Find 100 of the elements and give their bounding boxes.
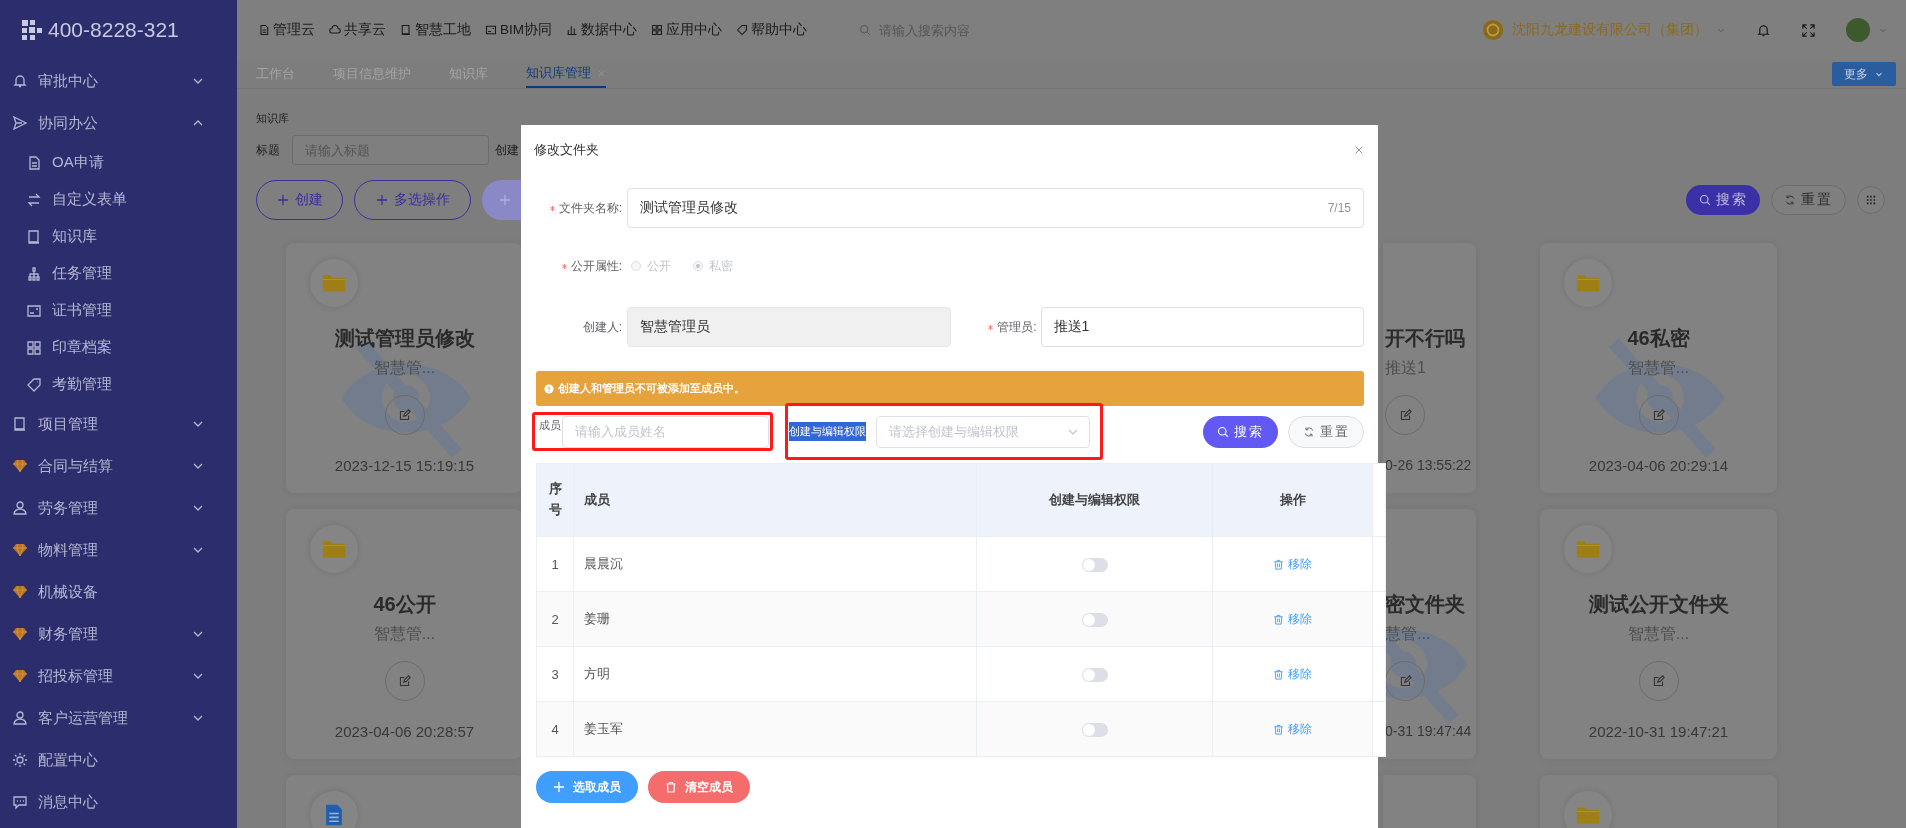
folder-owner: 慧管... (1385, 624, 1431, 644)
row-number: 4 (536, 701, 574, 757)
sidebar-subitem[interactable]: 任务管理 (0, 255, 237, 292)
nav-link[interactable]: 智慧工地 (400, 21, 471, 39)
close-icon[interactable] (1354, 145, 1364, 155)
sidebar-item[interactable]: 合同与结算 (0, 445, 237, 487)
clear-members-button[interactable]: 清空成员 (648, 771, 750, 803)
member-name: 姜玉军 (573, 701, 977, 757)
permission-toggle[interactable] (1081, 612, 1108, 627)
sidebar-item[interactable]: 机械设备 (0, 571, 237, 613)
remove-link[interactable]: 移除 (1273, 610, 1312, 628)
sidebar-subitem[interactable]: 证书管理 (0, 292, 237, 329)
plus-icon (499, 194, 511, 206)
nav-link[interactable]: 帮助中心 (736, 21, 807, 39)
reset-button[interactable]: 重置 (1288, 415, 1364, 448)
user-icon (12, 710, 28, 726)
tag-icon (736, 24, 748, 36)
gem-icon (12, 668, 28, 684)
gem-icon (12, 458, 28, 474)
sidebar-item[interactable]: 项目管理 (0, 403, 237, 445)
search-button[interactable]: 搜索 (1686, 185, 1760, 215)
remove-link[interactable]: 移除 (1273, 720, 1312, 738)
sidebar-item[interactable]: 招投标管理 (0, 655, 237, 697)
filter-label: 标题 (256, 141, 280, 159)
folder-owner: 智慧管... (373, 358, 436, 378)
member-name: 方明 (573, 646, 977, 702)
notification-icon[interactable] (1756, 22, 1771, 38)
folder-card[interactable]: 测试管理员修改 智慧管... 2023-12-15 15:19:15 (286, 243, 523, 493)
sidebar-item[interactable]: 劳务管理 (0, 487, 237, 529)
nav-link[interactable]: 管理云 (258, 21, 315, 39)
column-header: 成员 (573, 463, 977, 537)
plus-icon (553, 781, 565, 793)
column-header: 序号 (536, 463, 574, 537)
folder-date: 2023-12-15 15:19:15 (334, 457, 475, 474)
logo-icon (20, 18, 44, 42)
folder-date: 2023-04-06 20:28:57 (334, 723, 475, 740)
multi-select-button[interactable]: 多选操作 (354, 180, 471, 220)
warning-text: 创建人和管理员不可被添加至成员中。 (558, 381, 745, 396)
nav-link[interactable]: BIM协同 (485, 21, 552, 39)
row-number: 1 (536, 536, 574, 592)
permission-toggle[interactable] (1081, 667, 1108, 682)
sidebar-item[interactable]: 协同办公 (0, 102, 237, 144)
folder-card[interactable]: 46私密 智慧管... 2023-04-06 20:29:14 (1540, 243, 1777, 493)
folder-title: 测试公开文件夹 (1588, 592, 1729, 617)
sidebar-item[interactable]: 审批中心 (0, 60, 237, 102)
sidebar-subitem[interactable]: 考勤管理 (0, 366, 237, 403)
more-button[interactable]: 更多 (1832, 62, 1896, 86)
sidebar-item[interactable]: 配置中心 (0, 739, 237, 781)
sidebar-subitem[interactable]: 知识库 (0, 218, 237, 255)
id-card-icon (26, 302, 42, 319)
trash-icon (1273, 558, 1284, 570)
folder-icon (322, 538, 346, 560)
remove-link[interactable]: 移除 (1273, 555, 1312, 573)
edit-icon (398, 408, 411, 422)
cloud-icon (329, 24, 341, 36)
sidebar-item[interactable]: 消息中心 (0, 781, 237, 823)
reset-button[interactable]: 重置 (1771, 185, 1846, 215)
folder-owner: 智慧管... (1627, 358, 1690, 378)
grid-icon (651, 24, 663, 36)
fullscreen-icon[interactable] (1801, 22, 1816, 38)
sidebar-item[interactable]: 客户运营管理 (0, 697, 237, 739)
sidebar-subitem[interactable]: OA申请 (0, 144, 237, 181)
toolbar-button[interactable] (482, 180, 522, 220)
close-icon[interactable] (597, 68, 606, 78)
folder-icon (1576, 538, 1600, 560)
folder-icon (1576, 272, 1600, 294)
avatar[interactable] (1846, 18, 1870, 42)
sidebar-item[interactable]: 物料管理 (0, 529, 237, 571)
edit-icon (1398, 674, 1412, 688)
folder-card[interactable]: 密文件夹 慧管... 0-31 19:47:44 (1383, 509, 1476, 759)
nav-link[interactable]: 共享云 (329, 21, 386, 39)
folder-date: 0-31 19:47:44 (1385, 723, 1472, 739)
remove-link[interactable]: 移除 (1273, 665, 1312, 683)
warning-icon (544, 383, 554, 394)
member-name-input[interactable]: 请输入成员姓名 (562, 415, 769, 448)
admin-input[interactable]: 推送1 (1040, 307, 1364, 347)
grid-icon (1866, 195, 1876, 205)
sidebar-subitem[interactable]: 自定义表单 (0, 181, 237, 218)
column-header: 操作 (1212, 463, 1373, 537)
bell-icon (12, 73, 28, 89)
permission-toggle[interactable] (1081, 722, 1108, 737)
nav-link[interactable]: 数据中心 (566, 21, 637, 39)
required-icon (548, 204, 556, 212)
nav-link[interactable]: 应用中心 (651, 21, 722, 39)
search-button[interactable]: 搜索 (1203, 415, 1278, 448)
field-label: 公开属性: (536, 257, 627, 275)
folder-date: 0-26 13:55:22 (1385, 457, 1472, 473)
gem-icon (12, 542, 28, 558)
permission-toggle[interactable] (1081, 557, 1108, 572)
add-member-button[interactable]: 选取成员 (536, 771, 638, 803)
folder-name-input[interactable]: 测试管理员修改 7/15 (627, 188, 1364, 228)
gem-icon (12, 584, 28, 600)
sidebar-item[interactable]: 财务管理 (0, 613, 237, 655)
document-icon (26, 154, 42, 171)
create-button[interactable]: 创建 (256, 180, 343, 220)
view-toggle-button[interactable] (1857, 186, 1885, 214)
sidebar-subitem[interactable]: 印章档案 (0, 329, 237, 366)
settings-icon (12, 752, 28, 768)
swap-arrows-icon (26, 191, 42, 208)
trash-icon (1273, 723, 1284, 735)
